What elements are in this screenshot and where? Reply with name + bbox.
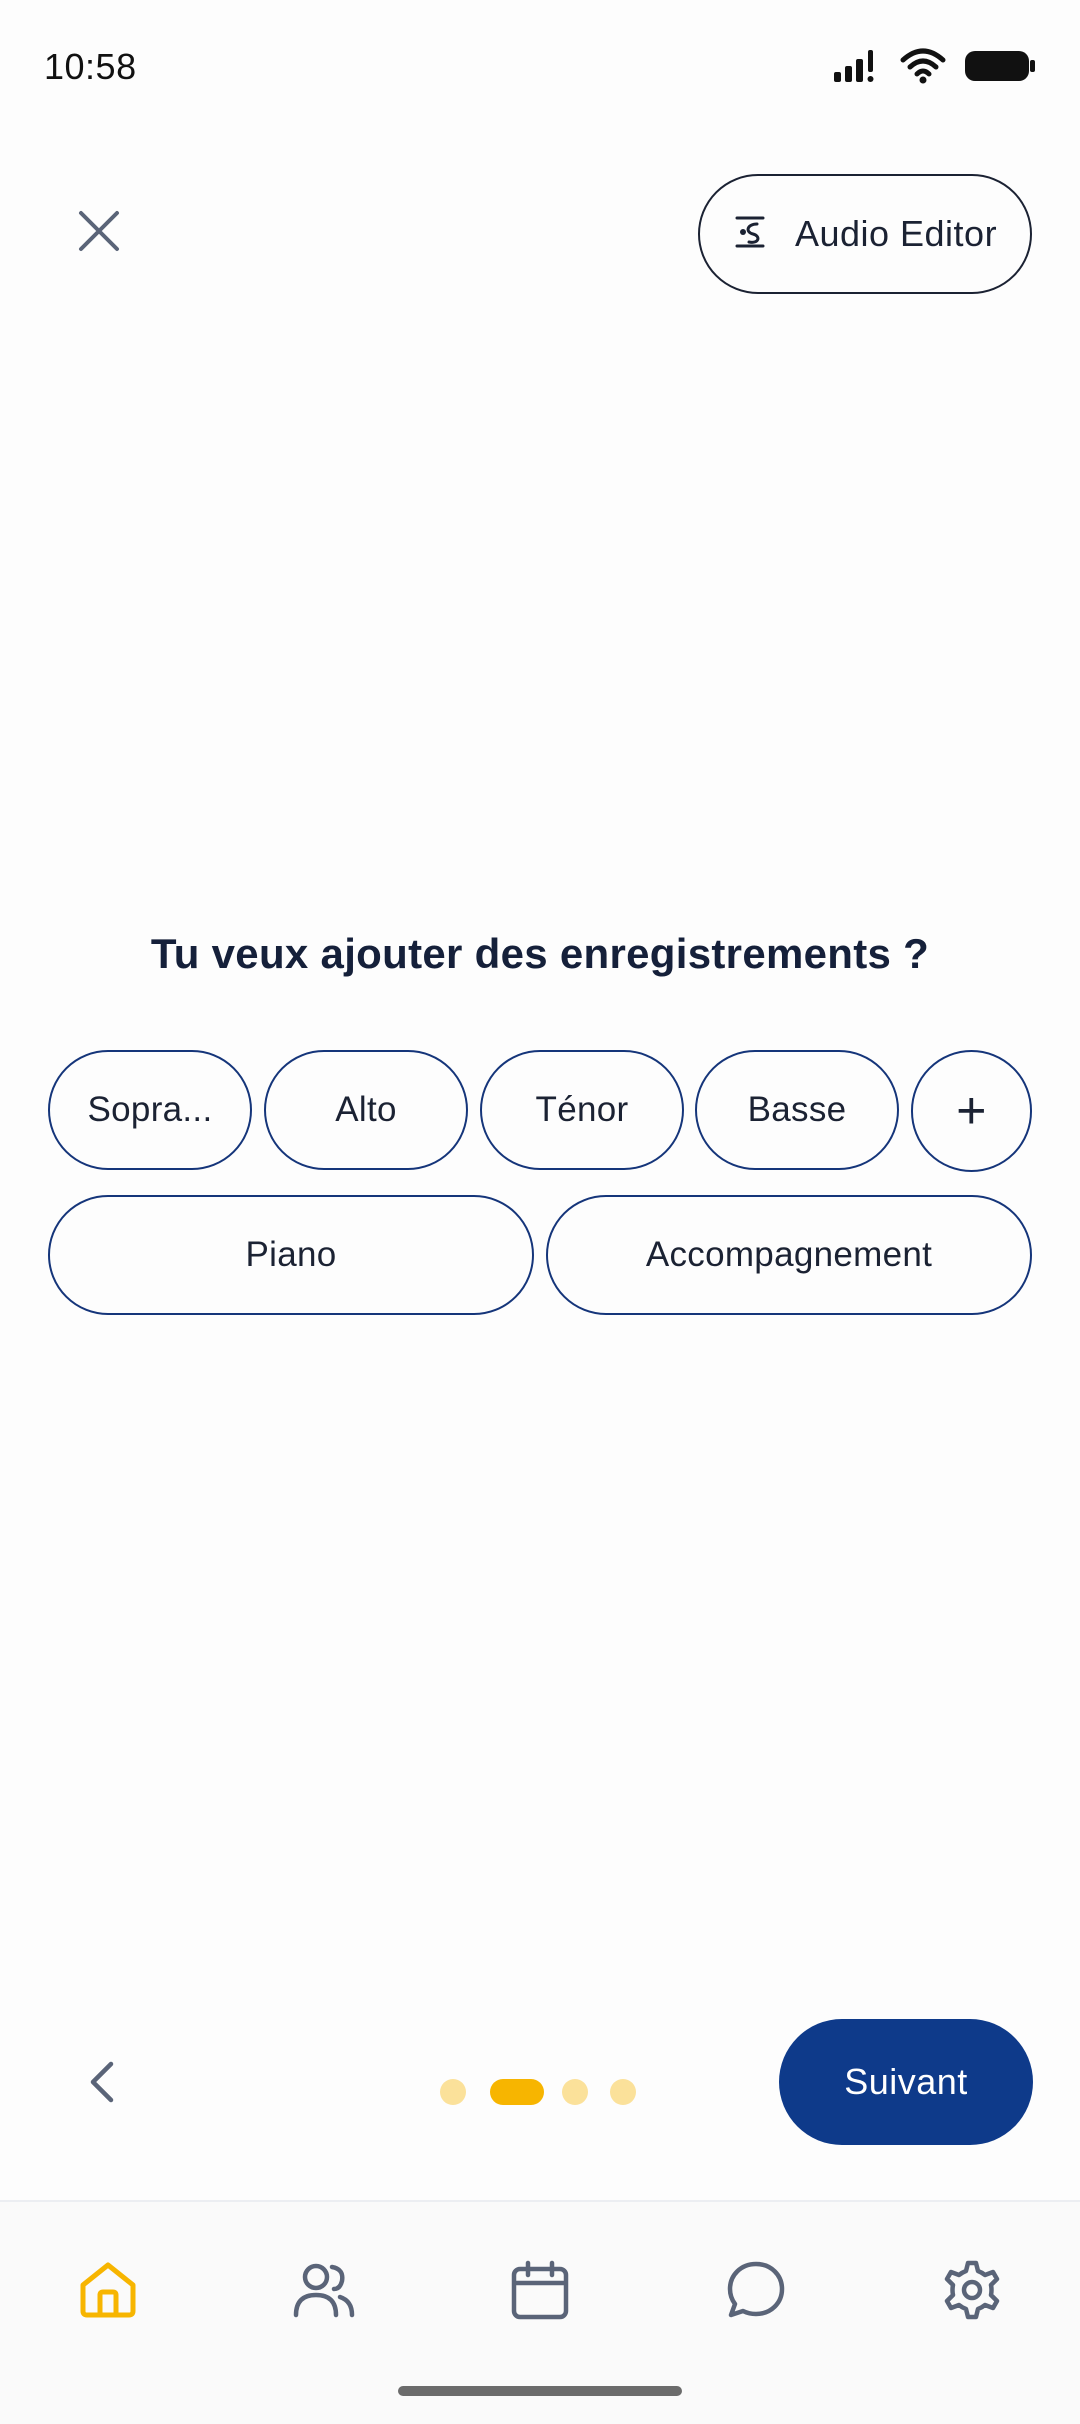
gear-icon	[941, 2259, 1003, 2326]
chevron-left-icon	[87, 2060, 117, 2109]
tab-home[interactable]	[68, 2252, 148, 2332]
people-icon	[292, 2259, 356, 2326]
tab-chat[interactable]	[716, 2252, 796, 2332]
add-chip-button[interactable]: +	[911, 1050, 1032, 1172]
page-dot-active	[490, 2079, 544, 2105]
back-button[interactable]	[72, 2054, 132, 2114]
audio-editor-button[interactable]: Audio Editor	[698, 174, 1032, 294]
status-bar: 10:58	[0, 0, 1080, 140]
page-dot	[610, 2079, 636, 2105]
calendar-icon	[510, 2259, 570, 2326]
wifi-icon	[900, 48, 946, 89]
chip-label: Piano	[245, 1235, 337, 1274]
audio-editor-icon	[733, 210, 769, 259]
close-icon	[77, 209, 121, 258]
tab-calendar[interactable]	[500, 2252, 580, 2332]
chip-basse[interactable]: Basse	[695, 1050, 899, 1170]
chip-soprano[interactable]: Sopra...	[48, 1050, 252, 1170]
chip-label: Accompagnement	[645, 1235, 933, 1274]
signal-icon	[832, 48, 882, 89]
next-label: Suivant	[844, 2061, 968, 2102]
tab-settings[interactable]	[932, 2252, 1012, 2332]
chat-icon	[725, 2259, 787, 2326]
question-title: Tu veux ajouter des enregistrements ?	[150, 930, 930, 977]
close-button[interactable]	[66, 200, 132, 266]
home-indicator[interactable]	[398, 2386, 682, 2396]
chip-label: Basse	[747, 1090, 847, 1129]
status-time: 10:58	[44, 46, 137, 87]
tab-members[interactable]	[284, 2252, 364, 2332]
page-dot	[440, 2079, 466, 2105]
audio-editor-label: Audio Editor	[794, 213, 998, 254]
chip-piano[interactable]: Piano	[48, 1195, 534, 1315]
chip-label: Alto	[335, 1090, 397, 1129]
plus-icon: +	[956, 1082, 987, 1140]
next-button[interactable]: Suivant	[779, 2019, 1033, 2145]
chip-label: Sopra...	[87, 1090, 213, 1129]
chip-label: Ténor	[535, 1090, 629, 1129]
chip-accompagnement[interactable]: Accompagnement	[546, 1195, 1032, 1315]
battery-icon	[964, 48, 1036, 89]
home-icon	[77, 2259, 139, 2326]
chip-alto[interactable]: Alto	[264, 1050, 468, 1170]
chip-tenor[interactable]: Ténor	[480, 1050, 684, 1170]
status-icons	[832, 48, 1036, 89]
page-dot	[562, 2079, 588, 2105]
